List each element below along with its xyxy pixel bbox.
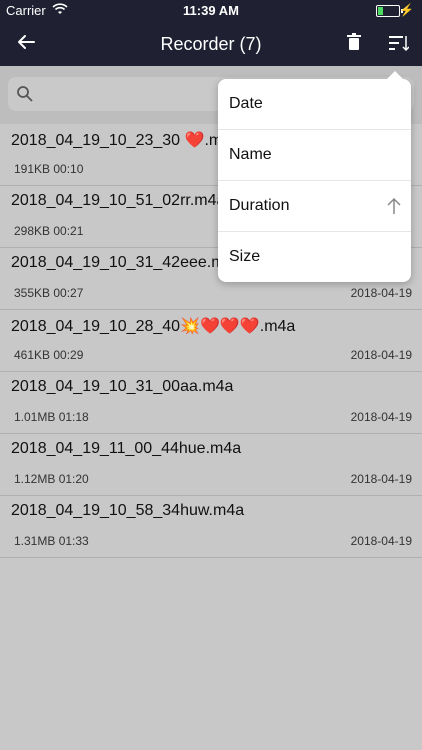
status-bar: Carrier 11:39 AM ⚡ xyxy=(0,0,422,22)
sort-option-duration[interactable]: Duration xyxy=(218,181,411,232)
recording-date: 2018-04-19 xyxy=(350,410,412,424)
recording-meta: 1.31MB 01:33 xyxy=(14,534,89,548)
list-item[interactable]: 2018_04_19_11_00_44hue.m4a 1.12MB 01:20 … xyxy=(0,434,422,496)
sort-option-date[interactable]: Date xyxy=(218,79,411,130)
sort-option-label: Name xyxy=(229,146,272,163)
recording-meta: 355KB 00:27 xyxy=(14,286,84,300)
recording-meta: 191KB 00:10 xyxy=(14,162,84,176)
recording-name: 2018_04_19_10_28_40💥❤️❤️❤️.m4a xyxy=(11,318,296,335)
recording-name: 2018_04_19_10_31_42eee.m xyxy=(11,254,225,271)
sort-option-label: Duration xyxy=(229,197,290,214)
charging-icon: ⚡ xyxy=(399,3,414,17)
list-item[interactable]: 2018_04_19_10_31_00aa.m4a 1.01MB 01:18 2… xyxy=(0,372,422,434)
recording-meta: 298KB 00:21 xyxy=(14,224,84,238)
recording-meta: 1.01MB 01:18 xyxy=(14,410,89,424)
recording-date: 2018-04-19 xyxy=(350,534,412,548)
sort-menu: Date Name Duration Size xyxy=(218,71,411,282)
recording-date: 2018-04-19 xyxy=(350,286,412,300)
sort-option-name[interactable]: Name xyxy=(218,130,411,181)
recording-date: 2018-04-19 xyxy=(350,472,412,486)
recording-name: 2018_04_19_10_51_02rr.m4a xyxy=(11,192,226,209)
trash-icon[interactable] xyxy=(346,33,362,51)
recording-name: 2018_04_19_11_00_44hue.m4a xyxy=(11,440,242,457)
recording-name: 2018_04_19_10_31_00aa.m4a xyxy=(11,378,234,395)
sort-icon[interactable] xyxy=(389,34,409,52)
sort-option-label: Size xyxy=(229,248,261,265)
recording-meta: 1.12MB 01:20 xyxy=(14,472,89,486)
sort-option-label: Date xyxy=(229,95,263,112)
arrow-up-icon xyxy=(387,197,401,214)
search-icon xyxy=(17,86,33,102)
menu-pointer xyxy=(387,71,403,79)
sort-option-size[interactable]: Size xyxy=(218,232,411,282)
recording-meta: 461KB 00:29 xyxy=(14,348,84,362)
battery-icon xyxy=(376,5,403,17)
recording-name: 2018_04_19_10_58_34huw.m4a xyxy=(11,502,245,519)
list-item[interactable]: 2018_04_19_10_28_40💥❤️❤️❤️.m4a 461KB 00:… xyxy=(0,310,422,372)
clock: 11:39 AM xyxy=(183,3,239,18)
recording-date: 2018-04-19 xyxy=(350,348,412,362)
list-item[interactable]: 2018_04_19_10_58_34huw.m4a 1.31MB 01:33 … xyxy=(0,496,422,558)
navigation-bar: Recorder (7) xyxy=(0,22,422,66)
recording-name: 2018_04_19_10_23_30 ❤️.m xyxy=(11,132,223,149)
